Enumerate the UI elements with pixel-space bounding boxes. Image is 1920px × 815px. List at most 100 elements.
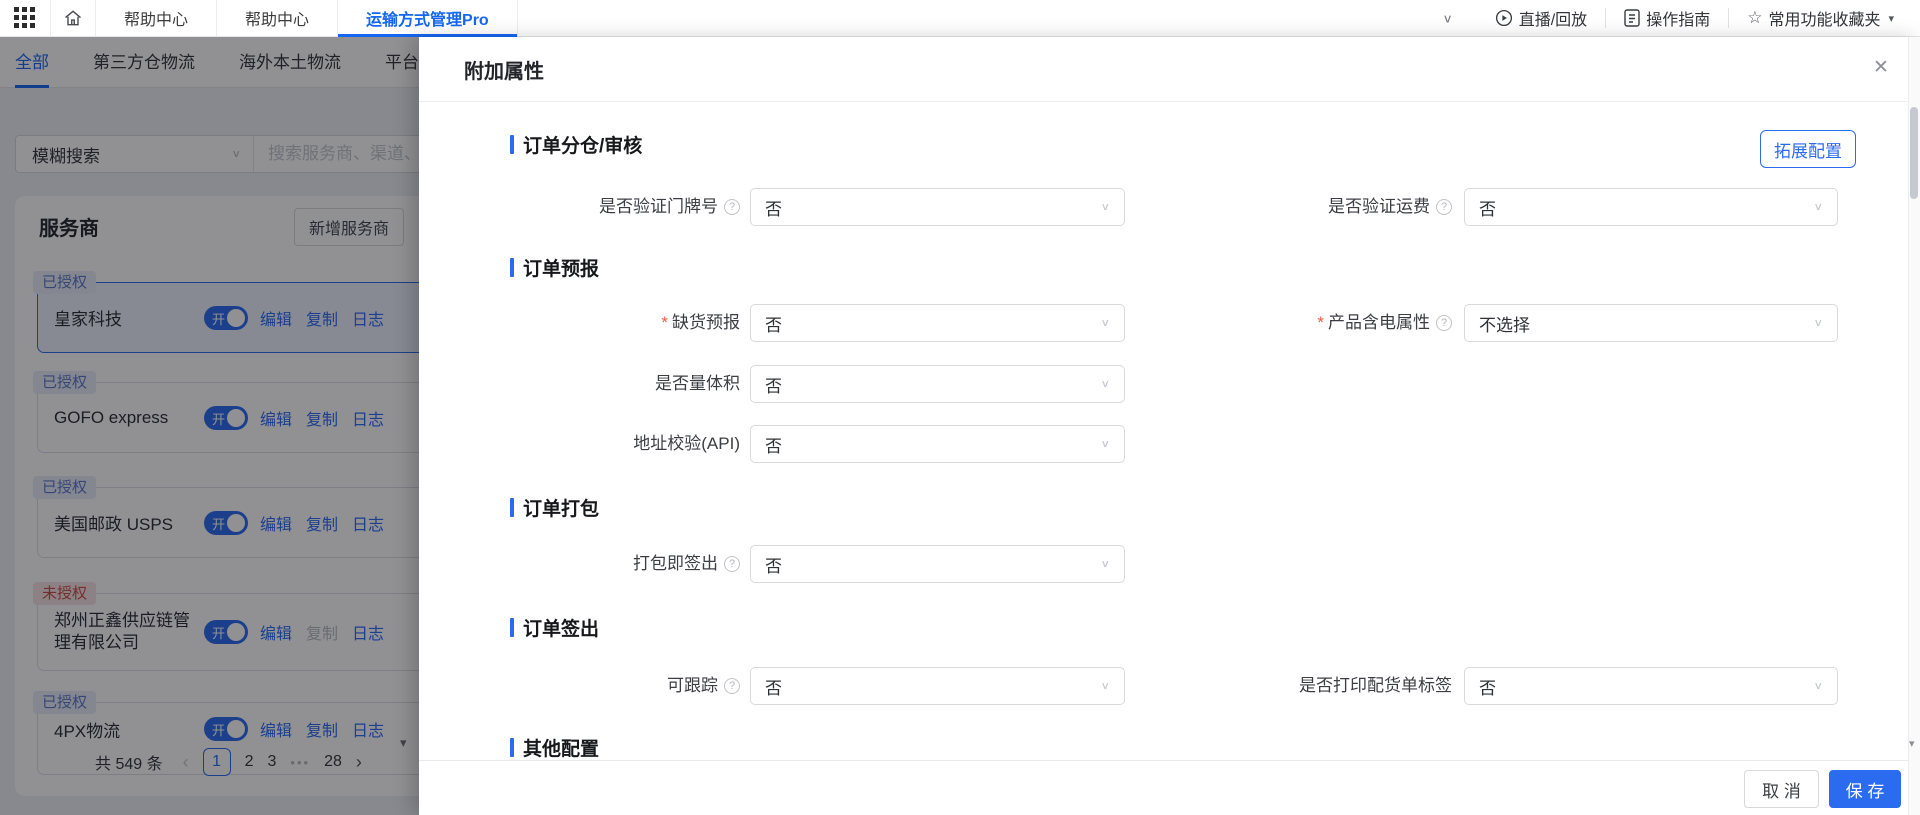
address-check-api-label: 地址校验(API) <box>419 425 740 463</box>
section-title: 订单分仓/审核 <box>523 131 642 158</box>
section-order-signout: 订单签出 <box>510 615 599 639</box>
select-value: 否 <box>1479 195 1496 220</box>
section-accent-bar <box>510 738 514 757</box>
form-row: 是否验证门牌号? 否 ∨ 是否验证运费? 否 ∨ <box>419 188 1908 226</box>
chevron-down-icon: ∨ <box>1100 378 1110 391</box>
chevron-down-icon: ∨ <box>1813 680 1823 693</box>
label-text: 可跟踪 <box>667 676 718 695</box>
label-text: 地址校验(API) <box>633 434 740 453</box>
select-value: 否 <box>765 432 782 457</box>
live-replay-label: 直播/回放 <box>1519 6 1587 30</box>
help-icon[interactable]: ? <box>724 678 740 694</box>
caret-down-icon: ▾ <box>1888 12 1894 25</box>
label-text: 是否量体积 <box>655 374 740 393</box>
close-icon[interactable]: ✕ <box>1867 53 1895 81</box>
form-row: 是否量体积 否 ∨ <box>419 365 1908 403</box>
favorites-menu[interactable]: ☆ 常用功能收藏夹 ▾ <box>1729 0 1920 37</box>
modal-scrollbar-thumb[interactable] <box>1910 107 1918 199</box>
chevron-down-icon: ∨ <box>1100 558 1110 571</box>
tab-help-center-1[interactable]: 帮助中心 <box>96 0 216 37</box>
section-accent-bar <box>510 258 514 277</box>
chevron-down-icon[interactable]: ∨ <box>1442 11 1452 25</box>
stockout-forecast-label: *缺货预报 <box>419 304 740 342</box>
help-icon[interactable]: ? <box>724 199 740 215</box>
section-order-packing: 订单打包 <box>510 495 599 519</box>
chevron-down-icon: ∨ <box>1813 317 1823 330</box>
label-text: 是否打印配货单标签 <box>1299 676 1452 695</box>
section-order-split-review: 订单分仓/审核 <box>510 132 642 156</box>
select-value: 否 <box>765 195 782 220</box>
select-value: 否 <box>765 552 782 577</box>
topbar-right-tools: ∨ 直播/回放 操作指南 ☆ 常用功能收藏夹 ▾ <box>1442 0 1920 37</box>
door-number-label: 是否验证门牌号? <box>419 188 740 226</box>
tab-transport-mode-pro[interactable]: 运输方式管理Pro <box>338 0 517 37</box>
section-accent-bar <box>510 498 514 517</box>
label-text: 缺货预报 <box>672 313 740 332</box>
label-text: 打包即签出 <box>633 554 718 573</box>
apps-grid-button[interactable] <box>0 0 50 37</box>
label-text: 是否验证门牌号 <box>599 197 718 216</box>
modal-scrollbar-down-arrow[interactable]: ▾ <box>1909 737 1915 750</box>
section-title: 订单预报 <box>523 254 599 281</box>
section-accent-bar <box>510 135 514 154</box>
pack-signout-select[interactable]: 否 ∨ <box>750 545 1125 583</box>
trackable-label: 可跟踪? <box>419 667 740 705</box>
help-icon[interactable]: ? <box>1436 199 1452 215</box>
help-icon[interactable]: ? <box>724 556 740 572</box>
save-button[interactable]: 保 存 <box>1829 770 1901 808</box>
select-value: 否 <box>1479 674 1496 699</box>
cancel-button[interactable]: 取 消 <box>1744 770 1819 808</box>
section-order-forecast: 订单预报 <box>510 255 599 279</box>
topbar: 帮助中心 帮助中心 运输方式管理Pro ∨ 直播/回放 操作指南 <box>0 0 1920 37</box>
print-picking-label-label: 是否打印配货单标签 <box>1059 667 1452 705</box>
select-value: 否 <box>765 372 782 397</box>
tab-label: 帮助中心 <box>124 6 188 30</box>
play-circle-icon <box>1495 9 1513 27</box>
shipping-fee-select[interactable]: 否 ∨ <box>1464 188 1838 226</box>
section-accent-bar <box>510 618 514 637</box>
form-row: 地址校验(API) 否 ∨ <box>419 425 1908 463</box>
help-icon[interactable]: ? <box>1436 315 1452 331</box>
live-replay-link[interactable]: 直播/回放 <box>1477 0 1605 37</box>
battery-attribute-label: *产品含电属性? <box>1059 304 1452 342</box>
section-title: 订单签出 <box>523 614 599 641</box>
tab-label: 帮助中心 <box>245 6 309 30</box>
grid-icon <box>14 7 36 29</box>
tab-help-center-2[interactable]: 帮助中心 <box>217 0 337 37</box>
measure-volume-label: 是否量体积 <box>419 365 740 403</box>
select-value: 否 <box>765 674 782 699</box>
chevron-down-icon: ∨ <box>1813 201 1823 214</box>
home-tab[interactable] <box>51 0 95 37</box>
select-value: 不选择 <box>1479 311 1530 336</box>
print-picking-label-select[interactable]: 否 ∨ <box>1464 667 1838 705</box>
home-icon <box>63 8 83 28</box>
required-mark: * <box>661 313 668 332</box>
chevron-down-icon: ∨ <box>1100 438 1110 451</box>
operation-guide-link[interactable]: 操作指南 <box>1606 0 1728 37</box>
tab-label: 运输方式管理Pro <box>366 6 489 30</box>
modal-footer: 取 消 保 存 <box>419 760 1908 815</box>
additional-attributes-modal: 附加属性 ✕ 订单分仓/审核 拓展配置 是否验证门牌号? 否 ∨ 是否验证运费?… <box>419 37 1920 815</box>
section-title: 订单打包 <box>523 494 599 521</box>
modal-title: 附加属性 <box>464 55 544 84</box>
modal-header-divider <box>419 101 1908 102</box>
pack-signout-label: 打包即签出? <box>419 545 740 583</box>
star-icon: ☆ <box>1747 8 1762 28</box>
shipping-fee-label: 是否验证运费? <box>1059 188 1452 226</box>
form-row: 可跟踪? 否 ∨ 是否打印配货单标签 否 ∨ <box>419 667 1908 705</box>
measure-volume-select[interactable]: 否 ∨ <box>750 365 1125 403</box>
select-value: 否 <box>765 311 782 336</box>
address-check-api-select[interactable]: 否 ∨ <box>750 425 1125 463</box>
required-mark: * <box>1317 313 1324 332</box>
label-text: 是否验证运费 <box>1328 197 1430 216</box>
battery-attribute-select[interactable]: 不选择 ∨ <box>1464 304 1838 342</box>
operation-guide-label: 操作指南 <box>1646 6 1710 30</box>
section-title: 其他配置 <box>523 734 599 761</box>
form-row: 打包即签出? 否 ∨ <box>419 545 1908 583</box>
label-text: 产品含电属性 <box>1328 313 1430 332</box>
favorites-label: 常用功能收藏夹 <box>1768 6 1880 30</box>
form-row: *缺货预报 否 ∨ *产品含电属性? 不选择 ∨ <box>419 304 1908 342</box>
guide-doc-icon <box>1624 9 1640 27</box>
expand-config-button[interactable]: 拓展配置 <box>1760 130 1856 168</box>
topbar-divider <box>517 0 518 37</box>
